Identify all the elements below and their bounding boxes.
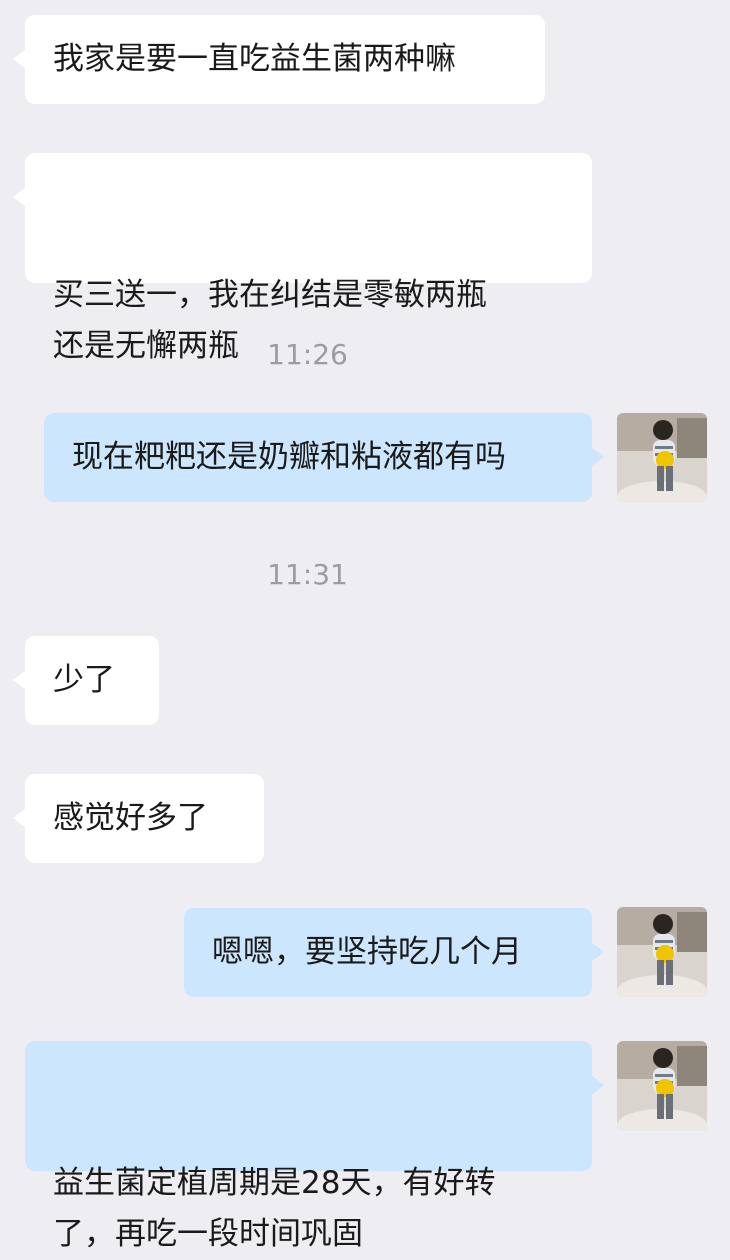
bubble-tail [13, 808, 26, 828]
message-text: 嗯嗯，要坚持吃几个月 [212, 934, 522, 970]
bubble-tail [591, 1075, 604, 1095]
outgoing-message-bubble[interactable]: 现在粑粑还是奶瓣和粘液都有吗 [44, 413, 604, 502]
outgoing-message-bubble[interactable]: 益生菌定植周期是28天，有好转 了，再吃一段时间巩固 [25, 1041, 604, 1252]
message-text: 我家是要一直吃益生菌两种嘛 [53, 41, 456, 77]
bubble-tail [13, 187, 26, 207]
child-photo-avatar-icon [617, 1041, 707, 1131]
message-text: 感觉好多了 [53, 800, 208, 836]
bubble-tail [591, 942, 604, 962]
message-text: 少了 [53, 662, 115, 698]
bubble-tail [591, 447, 604, 467]
avatar[interactable] [617, 1041, 707, 1131]
incoming-message-bubble[interactable]: 买三送一，我在纠结是零敏两瓶 还是无懈两瓶 [13, 153, 592, 364]
bubble-tail [13, 670, 26, 690]
bubble-tail [13, 49, 26, 69]
avatar[interactable] [617, 907, 707, 997]
avatar[interactable] [617, 413, 707, 503]
child-photo-avatar-icon [617, 413, 707, 503]
message-text: 现在粑粑还是奶瓣和粘液都有吗 [72, 439, 506, 475]
child-photo-avatar-icon [617, 907, 707, 997]
timestamp: 11:26 [267, 338, 348, 371]
incoming-message-bubble[interactable]: 感觉好多了 [13, 774, 264, 863]
timestamp: 11:31 [267, 558, 348, 591]
outgoing-message-bubble[interactable]: 嗯嗯，要坚持吃几个月 [184, 908, 604, 997]
incoming-message-bubble[interactable]: 少了 [13, 636, 159, 725]
incoming-message-bubble[interactable]: 我家是要一直吃益生菌两种嘛 [13, 15, 545, 104]
